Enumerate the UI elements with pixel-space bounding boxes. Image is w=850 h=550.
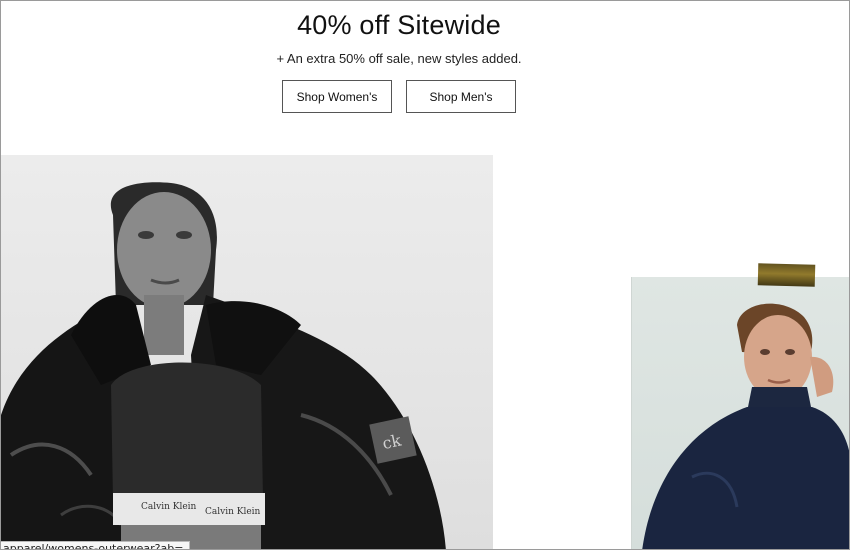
promo-headline: 40% off Sitewide xyxy=(297,10,501,40)
waistband-label-1: Calvin Klein xyxy=(141,502,197,512)
page: 40% off Sitewide + An extra 50% off sale… xyxy=(0,0,850,550)
waistband-label-2: Calvin Klein xyxy=(205,507,261,517)
shop-men-button[interactable]: Shop Men's xyxy=(406,80,516,113)
mens-model-illustration xyxy=(642,303,849,549)
promo-subline: + An extra 50% off sale, new styles adde… xyxy=(276,51,522,66)
shop-women-button[interactable]: Shop Women's xyxy=(282,80,392,113)
womens-model-illustration: ck xyxy=(1,182,446,549)
status-bar-url: apparel/womens-outerwear?ab= xyxy=(1,541,191,549)
tape-decoration xyxy=(757,263,816,287)
womens-hero-image[interactable]: ck Calvin Klein Calvin Klein xyxy=(1,155,493,549)
mens-hero-image[interactable] xyxy=(631,277,849,549)
